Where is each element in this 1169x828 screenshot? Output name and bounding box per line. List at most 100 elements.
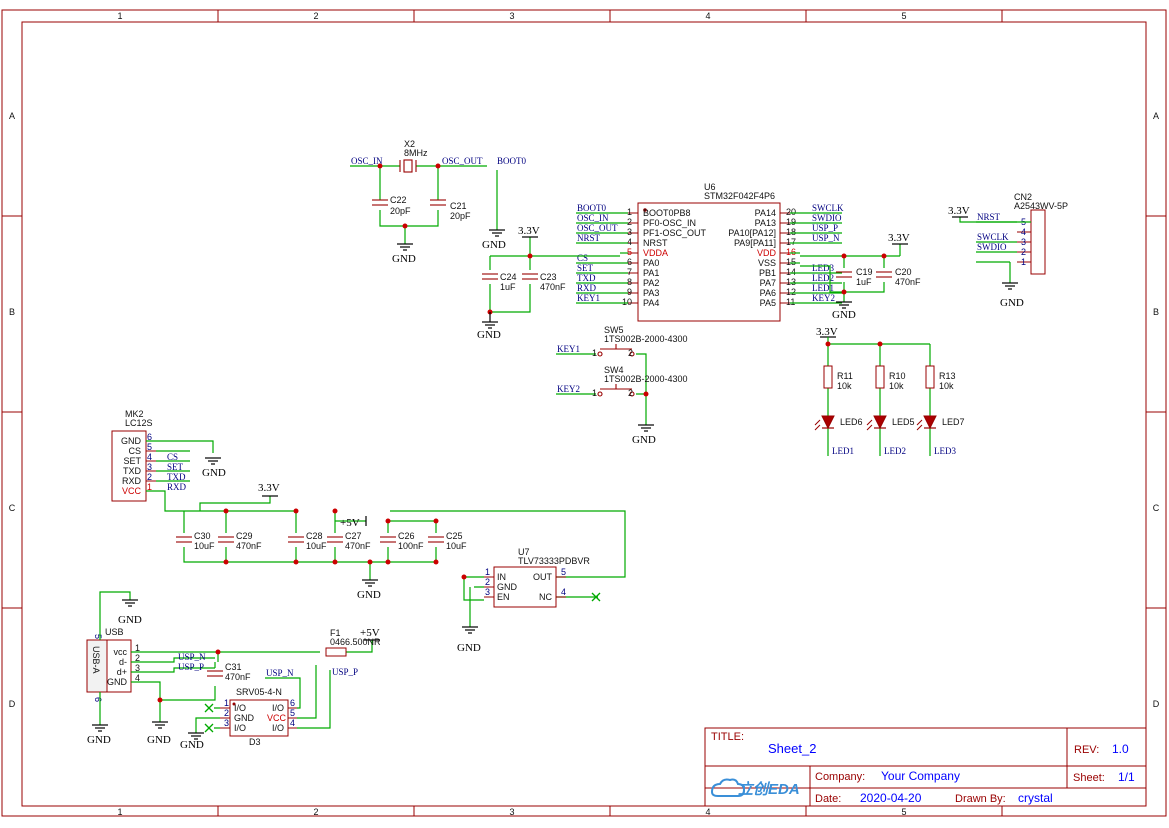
net-label-rxd: RXD [167,482,187,492]
led-diode [923,415,937,430]
mcu-pin-name: BOOT0PB8 [643,208,691,218]
ground-symbol [205,457,221,465]
gnd-label: GND [357,589,381,601]
mcu-pin-name: PA3 [643,288,659,298]
usb-part: USB-A [91,646,101,674]
module-pin-number: 3 [147,462,152,472]
ground-symbol [122,599,138,607]
ldo-pin-nc: NC [539,592,552,602]
net-label-usp_p: USP_P [812,223,838,233]
net-label-led1: LED1 [832,446,854,456]
c31-value: 470nF [225,672,251,682]
net-label-usp-p: USP_P [178,662,204,672]
net-label-boot0: BOOT0 [577,203,606,213]
gnd-label: GND [147,734,171,746]
ldo-pin-2: 2 [485,577,490,587]
row-label-left-c: C [9,503,16,513]
capacitor-value: 100nF [398,541,424,551]
usb-pin-name: GND [107,677,128,687]
c24-value: 1uF [500,282,516,292]
sw4-part: 1TS002B-2000-4300 [604,374,688,384]
capacitor-value: 470nF [345,541,371,551]
resistor-value: 10k [889,381,904,391]
net-label-cs: CS [577,253,588,263]
ground-symbol [489,229,505,237]
connector-cn2: CN2 A2543WV-5P 5NRST43SWCLK2SWDIO1 3.3V … [948,192,1068,309]
ldo-pin-5: 5 [561,567,566,577]
title-label: TITLE: [711,731,744,743]
c21-value: 20pF [450,211,471,221]
gnd-label: GND [482,239,506,251]
date-value: 2020-04-20 [860,791,922,805]
gnd-label: GND [180,739,204,751]
net-label-osc-out: OSC_OUT [442,156,483,166]
gnd-label: GND [1000,297,1024,309]
mcu-pin-number: 17 [786,237,796,247]
mcu-pin-number: 8 [627,277,632,287]
module-pin-name: TXD [123,466,142,476]
mcu-pin-number: 18 [786,227,796,237]
crystal-circuit: X2 8MHz OSC_IN OSC_OUT BOOT0 C22 20pF C2… [350,139,526,265]
module-pin-name: CS [128,446,141,456]
ldo-pin-3: 3 [485,587,490,597]
col-label-top-2: 2 [313,11,318,21]
net-label-boot0: BOOT0 [497,156,526,166]
mcu-pin-number: 1 [627,207,632,217]
ldo-pin-in: IN [497,572,506,582]
col-label-bottom-5: 5 [901,807,906,817]
net-label-usp_n: USP_N [812,233,840,243]
mcu-pin-name: PF0-OSC_IN [643,218,696,228]
title-block: TITLE: Sheet_2 REV: 1.0 立创EDA Company: Y… [704,727,1147,807]
mcu-pin-number: 6 [627,257,632,267]
capacitor-value: 10uF [194,541,215,551]
net-label-usp-p: USP_P [332,667,358,677]
capacitor-ref: C29 [236,531,253,541]
logo-text: 立创EDA [738,780,800,798]
c21-ref: C21 [450,201,467,211]
module-pin-number: 4 [147,452,152,462]
row-label-left-b: B [9,307,15,317]
mcu-pin-number: 16 [786,247,796,257]
mcu-pin-name: PA9[PA11] [734,238,776,248]
net-label-led3: LED3 [934,446,956,456]
mcu-pin-name: VDDA [643,248,668,258]
mcu-pin-name: NRST [643,238,668,248]
mcu-pin-name: PA4 [643,298,659,308]
mcu-pin-name: PA13 [755,218,776,228]
sw4-pin2: 2 [628,388,633,398]
rev-value: 1.0 [1112,742,1129,756]
tvs-pin-r2: VCC [267,713,287,723]
col-label-bottom-1: 1 [117,807,122,817]
ground-symbol [638,424,654,432]
sheet-label: Sheet: [1073,772,1105,784]
mcu-pin-number: 10 [622,297,632,307]
tvs-pin-num-6: 6 [290,698,295,708]
led-ref: LED6 [840,417,863,427]
col-label-bottom-2: 2 [313,807,318,817]
usb-pin-name: d- [119,657,127,667]
module-pin-number: 2 [147,472,152,482]
net-label-rxd: RXD [577,283,597,293]
net-label-osc_out: OSC_OUT [577,223,618,233]
ldo-pin-1: 1 [485,567,490,577]
col-label-top-5: 5 [901,11,906,21]
tvs-pin-r3: I/O [272,723,284,733]
sheet-title: Sheet_2 [768,741,816,756]
row-label-right-a: A [1153,111,1159,121]
mcu-pin-number: 7 [627,267,632,277]
gnd-label: GND [832,309,856,321]
v33-label: 3.3V [948,205,970,217]
company-label: Company: [815,771,865,783]
c31-ref: C31 [225,662,242,672]
ldo-pin-out: OUT [533,572,553,582]
mcu-pin-name: PA7 [760,278,776,288]
ground-symbol [92,724,108,732]
ground-symbol [362,579,378,587]
mcu-pin-number: 12 [786,287,796,297]
mcu-pin-name: PA5 [760,298,776,308]
row-label-left-d: D [9,699,16,709]
tvs-ref: D3 [249,737,261,747]
company-value: Your Company [881,769,960,783]
resistor-value: 10k [837,381,852,391]
resistor-ref: R13 [939,371,956,381]
